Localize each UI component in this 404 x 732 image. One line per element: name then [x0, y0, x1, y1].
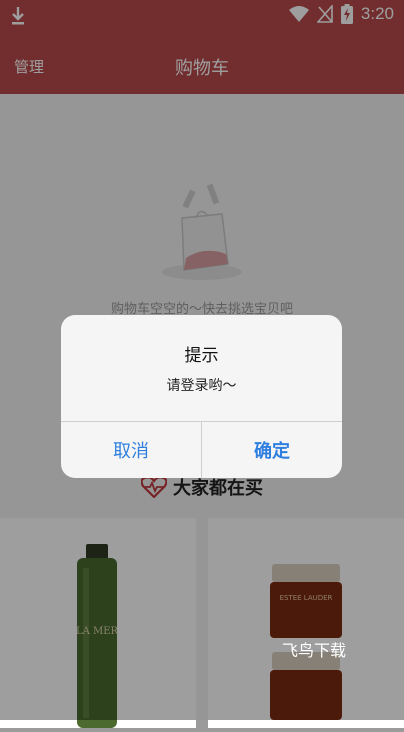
watermark-text: 飞鸟下载: [282, 641, 347, 660]
cancel-button[interactable]: 取消: [61, 421, 201, 478]
confirm-button[interactable]: 确定: [202, 421, 342, 478]
login-prompt-dialog: 提示 请登录哟～ 取消 确定: [61, 315, 342, 478]
dialog-title: 提示: [184, 346, 219, 366]
dialog-message: 请登录哟～: [166, 378, 237, 394]
